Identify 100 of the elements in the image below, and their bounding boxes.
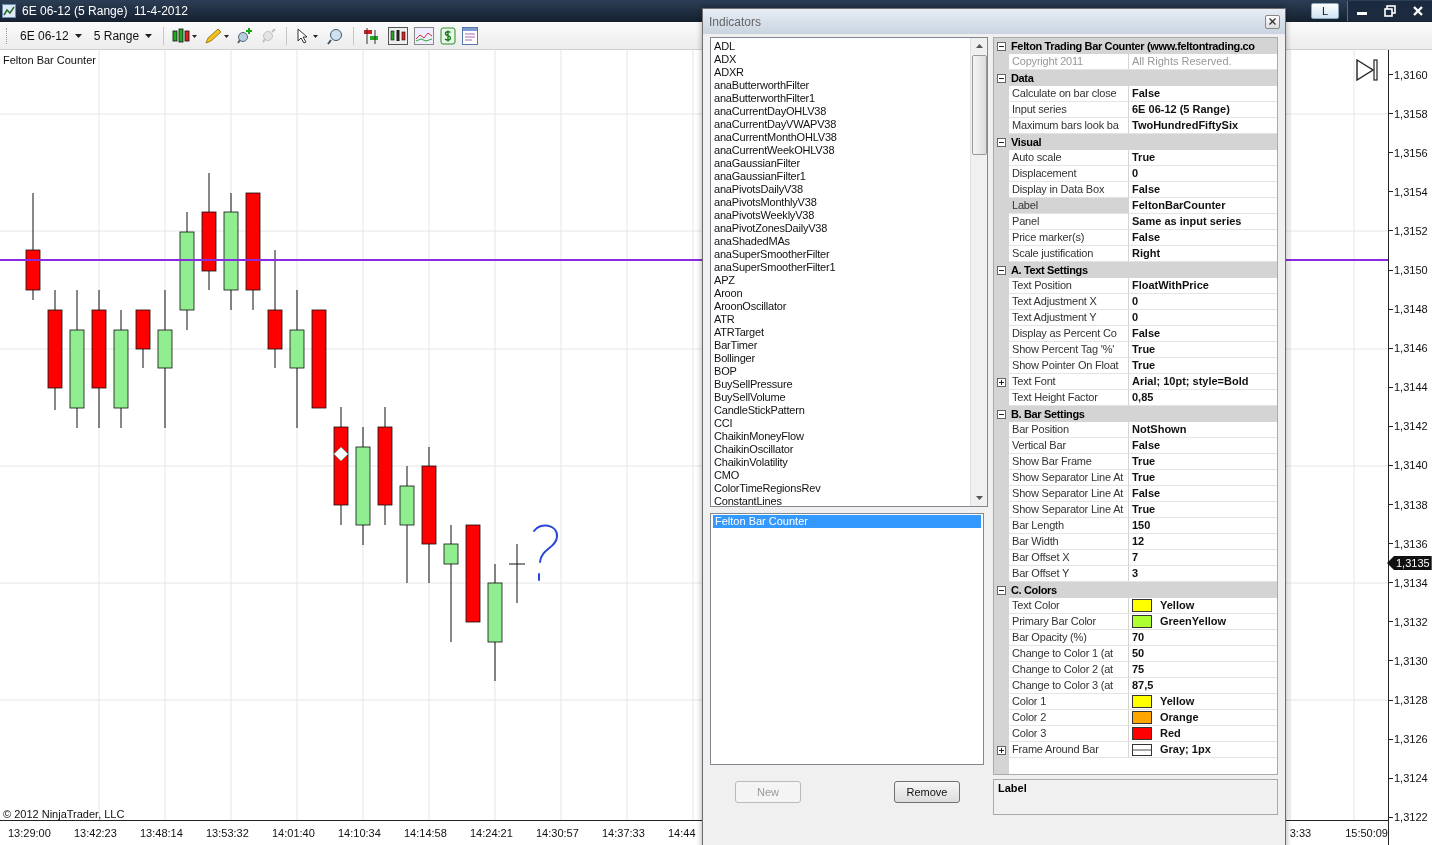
list-item[interactable]: AroonOscillator — [714, 300, 967, 313]
property-value[interactable]: 12 — [1129, 534, 1277, 550]
property-name[interactable]: Calculate on bar close — [1009, 86, 1129, 102]
property-name[interactable]: Color 3 — [1009, 726, 1129, 742]
list-item[interactable]: ColorTimeRegionsRev — [714, 482, 967, 495]
property-name[interactable]: Show Separator Line At — [1009, 502, 1129, 518]
list-item[interactable]: anaPivotsDailyV38 — [714, 183, 967, 196]
category-header[interactable]: A. Text Settings — [994, 262, 1277, 278]
property-name[interactable]: Show Percent Tag '%' — [1009, 342, 1129, 358]
scroll-up-icon[interactable] — [975, 44, 983, 48]
expand-icon[interactable] — [997, 745, 1006, 755]
link-button[interactable]: L — [1311, 3, 1339, 19]
property-value[interactable]: 50 — [1129, 646, 1277, 662]
list-item[interactable]: anaSuperSmootherFilter1 — [714, 261, 967, 274]
property-name[interactable]: Displacement — [1009, 166, 1129, 182]
list-item[interactable]: anaGaussianFilter — [714, 157, 967, 170]
property-value-cell[interactable]: Yellow — [1129, 694, 1277, 710]
collapse-icon[interactable] — [997, 41, 1006, 51]
instrument-dropdown[interactable]: 6E 06-12 — [17, 28, 85, 43]
property-value[interactable]: 70 — [1129, 630, 1277, 646]
data-box-icon[interactable] — [462, 26, 479, 45]
property-name[interactable]: Bar Length — [1009, 518, 1129, 534]
list-item[interactable]: CandleStickPattern — [714, 404, 967, 417]
scroll-thumb[interactable] — [971, 55, 987, 155]
property-value[interactable]: True — [1129, 454, 1277, 470]
property-name[interactable]: Bar Offset X — [1009, 550, 1129, 566]
list-item[interactable]: anaButterworthFilter1 — [714, 92, 967, 105]
list-item[interactable]: anaSuperSmootherFilter — [714, 248, 967, 261]
category-header[interactable]: C. Colors — [994, 582, 1277, 598]
property-value[interactable]: True — [1129, 150, 1277, 166]
dollar-icon[interactable] — [440, 26, 457, 45]
property-value[interactable]: 87,5 — [1129, 678, 1277, 694]
property-value[interactable]: 75 — [1129, 662, 1277, 678]
close-button[interactable] — [1265, 14, 1280, 29]
property-value[interactable]: False — [1129, 438, 1277, 454]
property-name[interactable]: Color 1 — [1009, 694, 1129, 710]
property-value[interactable]: False — [1129, 326, 1277, 342]
collapse-icon[interactable] — [997, 585, 1006, 595]
property-name[interactable]: Show Separator Line At — [1009, 470, 1129, 486]
list-item[interactable]: ATRTarget — [714, 326, 967, 339]
property-name[interactable]: Bar Position — [1009, 422, 1129, 438]
list-item[interactable]: BOP — [714, 365, 967, 378]
list-item[interactable]: anaCurrentDayVWAPV38 — [714, 118, 967, 131]
list-item[interactable]: ADL — [714, 40, 967, 53]
property-name[interactable]: Vertical Bar — [1009, 438, 1129, 454]
property-value[interactable]: False — [1129, 486, 1277, 502]
scrollbar[interactable] — [970, 38, 987, 506]
property-value-cell[interactable]: GreenYellow — [1129, 614, 1277, 630]
property-value[interactable]: 150 — [1129, 518, 1277, 534]
list-item[interactable]: CMO — [714, 469, 967, 482]
property-name[interactable]: Color 2 — [1009, 710, 1129, 726]
property-name[interactable]: Primary Bar Color — [1009, 614, 1129, 630]
category-header[interactable]: Felton Trading Bar Counter (www.feltontrading.co — [994, 38, 1277, 54]
list-item[interactable]: ChaikinVolatility — [714, 456, 967, 469]
property-name[interactable]: Change to Color 3 (at — [1009, 678, 1129, 694]
property-name[interactable]: Auto scale — [1009, 150, 1129, 166]
list-item[interactable]: anaPivotsMonthlyV38 — [714, 196, 967, 209]
property-value[interactable]: True — [1129, 470, 1277, 486]
property-value[interactable]: True — [1129, 342, 1277, 358]
list-item[interactable]: anaGaussianFilter1 — [714, 170, 967, 183]
list-item[interactable]: ATR — [714, 313, 967, 326]
candles-frame-icon[interactable] — [388, 26, 409, 45]
property-name[interactable]: Label — [1009, 198, 1129, 214]
list-item[interactable]: BuySellVolume — [714, 391, 967, 404]
expand-icon[interactable] — [997, 377, 1006, 387]
list-item[interactable]: ConstantLines — [714, 495, 967, 506]
list-item[interactable]: CCI — [714, 417, 967, 430]
list-item[interactable]: APZ — [714, 274, 967, 287]
list-item[interactable]: Bollinger — [714, 352, 967, 365]
skip-to-end-icon[interactable] — [1356, 58, 1378, 82]
list-item[interactable]: anaCurrentMonthOHLV38 — [714, 131, 967, 144]
property-value[interactable]: FloatWithPrice — [1129, 278, 1277, 294]
property-name[interactable]: Display as Percent Co — [1009, 326, 1129, 342]
property-value[interactable]: False — [1129, 86, 1277, 102]
list-item[interactable]: anaCurrentWeekOHLV38 — [714, 144, 967, 157]
property-name[interactable]: Frame Around Bar — [1009, 742, 1129, 758]
property-name[interactable]: Bar Opacity (%) — [1009, 630, 1129, 646]
property-name[interactable]: Input series — [1009, 102, 1129, 118]
property-value[interactable]: Same as input series — [1129, 214, 1277, 230]
list-item[interactable]: BarTimer — [714, 339, 967, 352]
property-name[interactable]: Text Font — [1009, 374, 1129, 390]
property-name[interactable]: Show Separator Line At — [1009, 486, 1129, 502]
property-value-cell[interactable]: Gray; 1px — [1129, 742, 1277, 758]
list-item[interactable]: anaButterworthFilter — [714, 79, 967, 92]
property-name[interactable]: Show Pointer On Float — [1009, 358, 1129, 374]
property-name[interactable]: Price marker(s) — [1009, 230, 1129, 246]
candlestick-icon[interactable] — [172, 26, 199, 45]
collapse-icon[interactable] — [997, 409, 1006, 419]
property-value[interactable]: 7 — [1129, 550, 1277, 566]
category-header[interactable]: B. Bar Settings — [994, 406, 1277, 422]
collapse-icon[interactable] — [997, 73, 1006, 83]
property-name[interactable]: Show Bar Frame — [1009, 454, 1129, 470]
property-value[interactable]: 0 — [1129, 310, 1277, 326]
property-name[interactable]: Text Color — [1009, 598, 1129, 614]
property-value[interactable]: False — [1129, 230, 1277, 246]
line-chart-icon[interactable] — [414, 26, 435, 45]
collapse-icon[interactable] — [997, 265, 1006, 275]
list-item[interactable]: ADX — [714, 53, 967, 66]
collapse-icon[interactable] — [997, 137, 1006, 147]
property-value[interactable]: NotShown — [1129, 422, 1277, 438]
